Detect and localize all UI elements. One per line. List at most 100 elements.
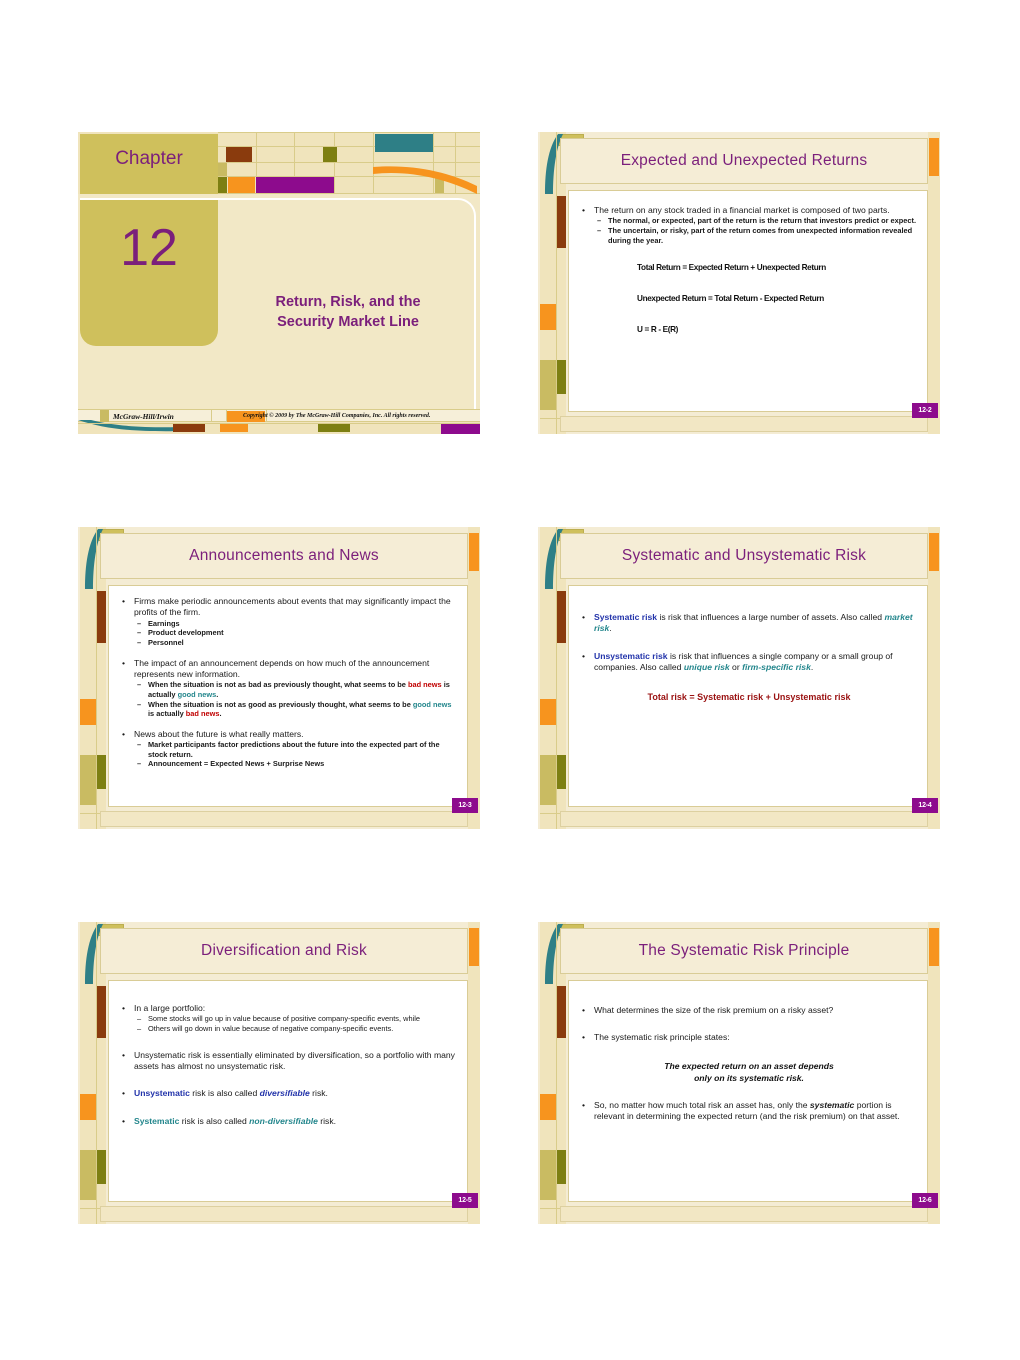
bullet-item: – Others will go down in value because of…	[137, 1024, 459, 1034]
handout-page: Chapter 12 Return, Risk, and the Securit…	[0, 0, 1020, 1360]
mosaic-teal	[375, 134, 433, 152]
slide-expected-unexpected-returns: Expected and Unexpected Returns • The ret…	[538, 132, 940, 434]
slide-title-band: Diversification and Risk	[100, 928, 468, 974]
bullet-item: – Personnel	[137, 638, 459, 648]
term-bad-news: bad news	[407, 680, 442, 690]
bullet-text: Unsystematic risk is also called diversi…	[134, 1088, 328, 1099]
term-good-news: good news	[177, 690, 217, 699]
dash-marker: –	[137, 638, 142, 647]
title-subtitle-line1: Return, Risk, and the	[275, 294, 421, 310]
rail-khaki	[80, 1150, 96, 1200]
rail-brown	[557, 986, 566, 1038]
bullet-item: • Systematic risk is also called non-dive…	[119, 1116, 459, 1127]
bullet-marker: •	[122, 1115, 126, 1126]
dash-marker: –	[137, 680, 142, 690]
orange-tab	[929, 533, 939, 571]
bullet-text: Systematic risk is risk that influences …	[594, 612, 913, 634]
bullet-item: – The uncertain, or risky, part of the re…	[597, 226, 919, 245]
mosaic-olive	[323, 147, 337, 162]
bullet-text: When the situation is not as bad as prev…	[148, 680, 450, 699]
slide-body: • In a large portfolio: – Some stocks will…	[108, 980, 468, 1202]
orange-tab	[469, 928, 479, 966]
bullet-text: What determines the size of the risk pre…	[594, 1005, 834, 1015]
bullet-item: • Systematic risk is risk that influences…	[579, 612, 919, 635]
rail-olive	[557, 1150, 566, 1184]
bullet-item: – Market participants factor predictions …	[137, 740, 459, 759]
rail-khaki	[80, 755, 96, 805]
bottom-band	[100, 1206, 468, 1222]
rail-olive	[557, 755, 566, 789]
bullet-item: • So, no matter how much total risk an as…	[579, 1100, 919, 1123]
page-number-badge: 12-3	[452, 798, 478, 813]
slide-systematic-risk-principle: The Systematic Risk Principle • What dete…	[538, 922, 940, 1224]
bullet-item: – Product development	[137, 628, 459, 638]
term-unique-risk: unique risk	[683, 662, 730, 673]
rail-orange	[80, 699, 96, 725]
bullet-text: The return on any stock traded in a fina…	[594, 205, 890, 215]
equation-total-return: Total Return = Expected Return + Unexpec…	[637, 263, 826, 273]
slide-body: • Systematic risk is risk that influences…	[568, 585, 928, 807]
footer-khaki	[100, 410, 109, 422]
bullet-marker: •	[122, 1088, 126, 1099]
slide-body: • The return on any stock traded in a fin…	[568, 190, 928, 412]
slide-announcements-and-news: Announcements and News • Firms make perio…	[78, 527, 480, 829]
title-footer: McGraw-Hill/Irwin Copyright © 2009 by Th…	[78, 409, 480, 434]
callout-principle-line2: only on its systematic risk.	[694, 1072, 804, 1083]
bottom-band	[560, 1206, 928, 1222]
term-bad-news: bad news	[185, 709, 220, 719]
orange-tab	[929, 928, 939, 966]
bullet-marker: •	[122, 728, 126, 739]
bullet-text: News about the future is what really mat…	[134, 728, 304, 739]
dash-marker: –	[137, 618, 142, 628]
chapter-label-box: Chapter	[80, 134, 218, 194]
bullet-item: • Unsystematic risk is also called divers…	[119, 1088, 459, 1099]
footer-orange2	[220, 424, 248, 432]
bullet-text: Earnings	[148, 618, 180, 628]
dash-marker: –	[137, 740, 142, 750]
rail-khaki	[540, 1150, 556, 1200]
page-number-badge: 12-4	[912, 798, 938, 813]
right-edge	[468, 527, 480, 829]
bullet-item: • Unsystematic risk is essentially elimin…	[119, 1050, 459, 1073]
rail-brown	[557, 196, 566, 248]
bullet-marker: •	[582, 650, 586, 661]
mosaic-olive2	[218, 177, 227, 193]
term-firm-specific-risk: firm-specific risk	[742, 662, 811, 673]
bullet-text: When the situation is not as good as pre…	[148, 699, 452, 719]
bullet-marker: •	[122, 1003, 126, 1013]
rail-orange	[540, 304, 556, 330]
right-edge	[468, 922, 480, 1224]
term-systematic: Systematic	[134, 1115, 180, 1126]
slide-title: Expected and Unexpected Returns	[620, 152, 868, 169]
slide-title-band: Expected and Unexpected Returns	[560, 138, 928, 184]
bullet-text: Others will go down in value because of …	[148, 1024, 394, 1033]
bullet-item: – Announcement = Expected News + Surprise…	[137, 759, 459, 769]
bullet-marker: •	[582, 205, 586, 215]
page-number-badge: 12-5	[452, 1193, 478, 1208]
term-systematic-emph: systematic	[809, 1099, 855, 1110]
slide-title: The Systematic Risk Principle	[638, 942, 850, 959]
orange-swoosh-icon	[373, 166, 477, 194]
callout-total-risk: Total risk = Systematic risk + Unsystema…	[647, 691, 851, 702]
rail-brown	[557, 591, 566, 643]
slide-title: Systematic and Unsystematic Risk	[621, 547, 867, 564]
orange-tab	[929, 138, 939, 176]
bullet-text: Unsystematic risk is risk that influence…	[594, 650, 893, 673]
mosaic-orange	[228, 177, 255, 193]
footer-brown	[173, 424, 205, 432]
mosaic-purple	[256, 177, 334, 193]
bottom-band	[100, 811, 468, 827]
bullet-marker: •	[582, 1032, 586, 1043]
rail-olive	[97, 1150, 106, 1184]
bullet-text: The impact of an announcement depends on…	[134, 657, 430, 679]
rail-orange	[540, 699, 556, 725]
dash-marker: –	[137, 759, 142, 769]
bottom-band	[560, 416, 928, 432]
right-edge	[928, 527, 940, 829]
bullet-item: • The return on any stock traded in a fin…	[579, 205, 919, 216]
bullet-item: • News about the future is what really ma…	[119, 729, 459, 740]
bullet-text: Announcement = Expected News + Surprise …	[148, 759, 325, 769]
page-number-badge: 12-2	[912, 403, 938, 418]
dash-marker: –	[597, 226, 602, 235]
title-footer-mosaic	[78, 410, 480, 434]
